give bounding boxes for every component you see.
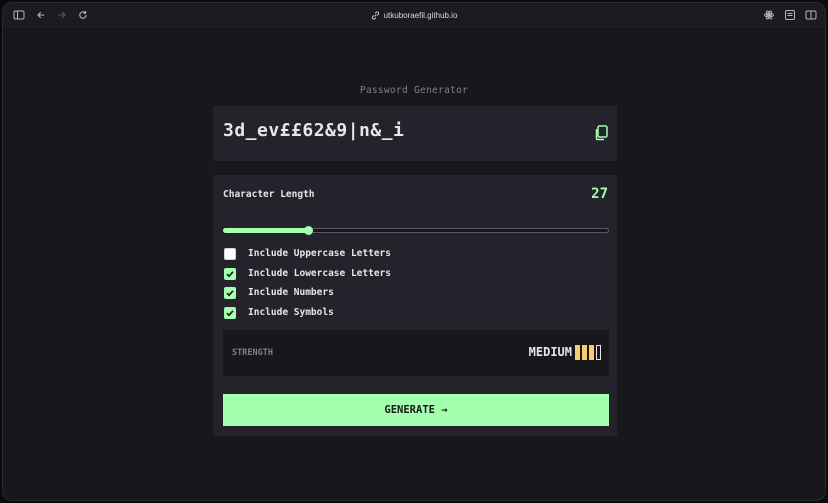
url-text: utkuboraefil.github.io: [383, 11, 458, 20]
page-content: Password Generator 3d_ev££62&9|n&_i Char…: [3, 30, 825, 500]
strength-value: MEDIUM: [528, 345, 572, 359]
option-lowercase[interactable]: Include Lowercase Letters: [224, 268, 424, 282]
generate-button-label: GENERATE →: [384, 404, 448, 416]
option-uppercase[interactable]: Include Uppercase Letters: [224, 248, 424, 262]
option-label: Include Symbols: [248, 307, 334, 318]
checkmark-icon: [226, 271, 234, 278]
length-slider[interactable]: [223, 226, 609, 235]
slider-fill: [223, 228, 308, 233]
uppercase-checkbox[interactable]: [224, 248, 236, 260]
password-display: 3d_ev££62&9|n&_i: [213, 106, 617, 161]
numbers-checkbox[interactable]: [224, 287, 236, 299]
strength-bar: [596, 345, 601, 360]
app-title: Password Generator: [359, 85, 469, 96]
copy-icon: [595, 125, 608, 141]
generated-password: 3d_ev££62&9|n&_i: [223, 120, 405, 141]
option-symbols[interactable]: Include Symbols: [224, 307, 424, 321]
option-label: Include Uppercase Letters: [248, 248, 391, 259]
generator-panel: Character Length 27 Include Uppercase Le…: [213, 175, 617, 436]
browser-toolbar: utkuboraefil.github.io: [3, 3, 825, 29]
symbols-checkbox[interactable]: [224, 307, 236, 319]
option-numbers[interactable]: Include Numbers: [224, 287, 424, 301]
slider-thumb[interactable]: [303, 226, 313, 235]
lowercase-checkbox[interactable]: [224, 268, 236, 280]
strength-meter: STRENGTH MEDIUM: [223, 330, 609, 376]
character-length-value: 27: [591, 186, 608, 202]
character-length-label: Character Length: [223, 189, 315, 200]
option-label: Include Numbers: [248, 287, 334, 298]
strength-bar: [582, 345, 587, 360]
strength-bars: [575, 345, 601, 361]
checkmark-icon: [226, 290, 234, 297]
split-view-icon[interactable]: [805, 9, 819, 23]
link-icon: [371, 11, 379, 20]
checkmark-icon: [226, 310, 234, 317]
strength-bar: [589, 345, 594, 360]
generate-button[interactable]: GENERATE →: [223, 394, 609, 426]
strength-bar: [575, 345, 580, 360]
strength-label: STRENGTH: [232, 348, 273, 358]
option-label: Include Lowercase Letters: [248, 268, 391, 279]
copy-button[interactable]: [594, 125, 608, 141]
address-bar[interactable]: utkuboraefil.github.io: [3, 9, 825, 23]
reader-mode-icon[interactable]: [784, 9, 798, 23]
browser-window: utkuboraefil.github.io Password Generato…: [2, 2, 826, 501]
extension-icon[interactable]: [763, 9, 777, 23]
